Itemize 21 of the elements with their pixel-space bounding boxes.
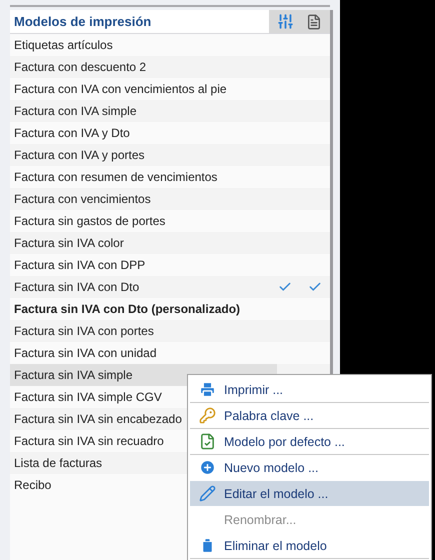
printer-icon [198,381,216,398]
list-item[interactable]: Factura con IVA y Dto [10,122,270,144]
panel-title: Modelos de impresión [13,14,152,29]
list-item[interactable]: Factura con IVA con vencimientos al pie [10,78,270,100]
menu-item[interactable]: Modelo por defecto ... [190,429,429,454]
list-item[interactable]: Factura con resumen de vencimientos [10,166,270,188]
key-icon [198,407,216,424]
plus-circle-icon [198,459,216,476]
list-item[interactable]: Factura sin IVA con DPP [10,254,270,276]
sliders-icon[interactable] [277,13,294,30]
menu-item[interactable]: Editar el modelo ... [190,481,429,506]
pencil-icon [198,485,216,502]
list-item[interactable]: Factura sin IVA con unidad [10,342,270,364]
list-item[interactable]: Etiquetas artículos [10,34,270,56]
document-icon[interactable] [306,14,322,30]
menu-item[interactable]: Palabra clave ... [190,403,429,428]
menu-item[interactable]: Eliminar el modelo [190,533,429,558]
list-item[interactable]: Factura sin gastos de portes [10,210,270,232]
menu-item[interactable]: Nuevo modelo ... [190,455,429,480]
document-check-icon [198,433,216,450]
list-item[interactable]: Factura sin IVA con Dto (personalizado) [10,298,270,320]
